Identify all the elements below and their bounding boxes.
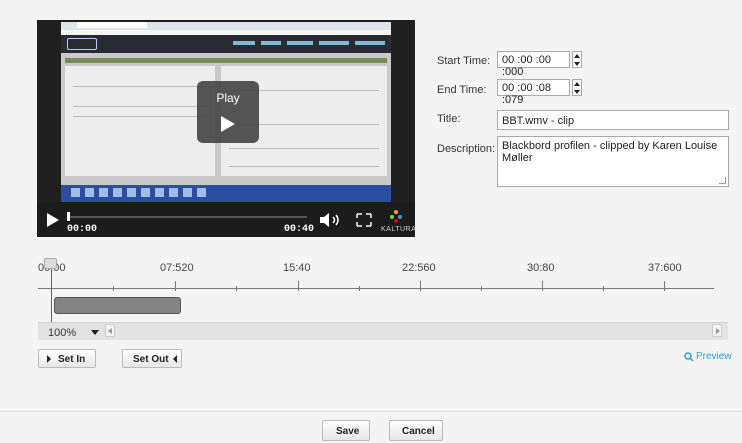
stepper-down-icon[interactable]: [574, 62, 580, 66]
search-icon: [684, 352, 694, 362]
description-text: Blackbord profilen - clipped by Karen Lo…: [502, 140, 718, 164]
video-thumbnail-line: [73, 106, 207, 107]
video-thumbnail-tab: [77, 22, 147, 28]
timeline-tick: [420, 281, 421, 291]
kaltura-logo: KALTURA: [381, 207, 417, 235]
video-thumbnail-nav: [287, 41, 313, 45]
video-thumbnail-nav: [261, 41, 281, 45]
timeline-tick: [542, 281, 543, 291]
timeline-tick: [236, 286, 237, 291]
current-time: 00:00: [67, 224, 98, 235]
video-thumbnail-panel: [65, 66, 215, 176]
title-input[interactable]: BBT.wmv - clip: [497, 110, 729, 130]
cancel-button[interactable]: Cancel: [389, 420, 443, 441]
video-player[interactable]: Play 00:00 00:40 KALTURA: [37, 20, 417, 237]
video-thumbnail-line: [73, 86, 207, 87]
video-thumbnail-taskbar-icon: [113, 188, 122, 197]
video-thumbnail-taskbar-icon: [99, 188, 108, 197]
timeline-tick: [113, 286, 114, 291]
timeline-tick: [175, 281, 176, 291]
video-thumbnail-taskbar-icon: [127, 188, 136, 197]
end-time-input[interactable]: 00 :00 :08 :079: [497, 79, 570, 106]
set-in-icon: [47, 355, 51, 363]
video-thumbnail-taskbar-icon: [169, 188, 178, 197]
video-frame[interactable]: Play: [37, 20, 415, 202]
set-in-label: Set In: [58, 354, 86, 365]
description-textarea[interactable]: Blackbord profilen - clipped by Karen Lo…: [497, 136, 729, 187]
video-thumbnail-taskbar-icon: [197, 188, 206, 197]
preview-label: Preview: [696, 351, 732, 362]
video-thumbnail-logo: [67, 38, 97, 50]
video-thumbnail-header-strip: [65, 58, 387, 63]
scrubber-track[interactable]: [67, 216, 307, 218]
play-pause-icon[interactable]: [47, 213, 59, 227]
resize-handle-icon[interactable]: [719, 177, 726, 184]
stepper-up-icon[interactable]: [574, 82, 580, 86]
scroll-right-button[interactable]: [712, 324, 722, 337]
cancel-label: Cancel: [402, 426, 435, 437]
timeline-tick-label: 37:600: [648, 262, 682, 274]
timeline-tick: [481, 286, 482, 291]
title-label: Title:: [437, 113, 461, 125]
start-time-input[interactable]: 00 :00 :00 :000: [497, 51, 570, 78]
playhead-line[interactable]: [51, 268, 52, 322]
volume-icon[interactable]: [319, 212, 345, 228]
start-time-label: Start Time:: [437, 55, 491, 67]
video-thumbnail-taskbar-icon: [155, 188, 164, 197]
timeline-tick-label: 15:40: [283, 262, 311, 274]
duration-time: 00:40: [284, 224, 315, 235]
video-thumbnail-line: [73, 116, 207, 117]
scroll-right-icon: [716, 328, 720, 334]
set-out-icon: [173, 355, 177, 363]
video-thumbnail-nav: [355, 41, 385, 45]
zoom-value[interactable]: 100%: [48, 327, 76, 339]
timeline-tick-label: 07:520: [160, 262, 194, 274]
description-label: Description:: [437, 143, 496, 155]
scroll-left-button[interactable]: [105, 324, 115, 337]
playhead-handle[interactable]: [44, 258, 57, 269]
clip-selection-bar[interactable]: [54, 297, 181, 314]
video-thumbnail-taskbar-icon: [85, 188, 94, 197]
timeline-tick: [298, 281, 299, 291]
timeline-tick-label: 22:560: [402, 262, 436, 274]
set-in-button[interactable]: Set In: [38, 349, 96, 368]
video-thumbnail-taskbar-icon: [71, 188, 80, 197]
video-thumbnail-line: [229, 148, 379, 149]
save-label: Save: [336, 426, 360, 437]
zoom-dropdown-icon[interactable]: [91, 330, 99, 335]
video-thumbnail-taskbar: [61, 185, 391, 202]
video-thumbnail-taskbar-icon: [183, 188, 192, 197]
video-thumbnail-taskbar-icon: [141, 188, 150, 197]
start-time-stepper[interactable]: [572, 51, 582, 68]
footer-divider: [0, 411, 742, 412]
overlay-play-label: Play: [216, 91, 240, 105]
timeline-tick: [603, 286, 604, 291]
end-time-stepper[interactable]: [572, 79, 582, 96]
player-controls: 00:00 00:40 KALTURA: [37, 202, 417, 237]
play-icon: [221, 116, 235, 132]
timeline-tick-label: 30:80: [527, 262, 555, 274]
scrubber-handle[interactable]: [67, 212, 70, 221]
fullscreen-icon[interactable]: [355, 212, 373, 228]
timeline-tick: [664, 281, 665, 291]
stepper-down-icon[interactable]: [574, 90, 580, 94]
timeline-zoom-bar: 100%: [38, 322, 728, 340]
set-out-button[interactable]: Set Out: [122, 349, 182, 368]
scroll-left-icon: [108, 328, 112, 334]
stepper-up-icon[interactable]: [574, 54, 580, 58]
timeline-tick: [359, 286, 360, 291]
video-thumbnail-nav: [319, 41, 349, 45]
video-thumbnail-nav: [233, 41, 255, 45]
video-thumbnail-line: [229, 166, 379, 167]
kaltura-logo-icon: [390, 210, 402, 223]
timeline-ruler[interactable]: [38, 288, 714, 289]
end-time-label: End Time:: [437, 84, 487, 96]
set-out-label: Set Out: [133, 354, 169, 365]
save-button[interactable]: Save: [322, 420, 370, 441]
kaltura-brand-text: KALTURA: [381, 226, 417, 233]
overlay-play-button[interactable]: Play: [197, 81, 259, 143]
